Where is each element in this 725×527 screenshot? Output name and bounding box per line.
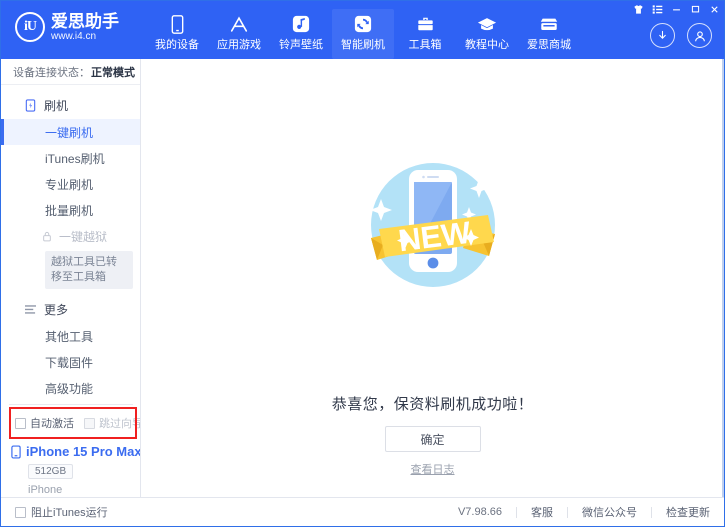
phone-icon bbox=[167, 14, 187, 34]
app-logo: iU 爱思助手 www.i4.cn bbox=[15, 12, 119, 42]
tab-label: 工具箱 bbox=[408, 39, 442, 51]
tab-label: 爱思商城 bbox=[527, 39, 571, 51]
connection-status: 设备连接状态： 正常模式 bbox=[1, 59, 140, 85]
new-phone-ribbon-illustration: NEW bbox=[343, 137, 523, 315]
success-message: 恭喜您，保资料刷机成功啦！ bbox=[331, 396, 534, 413]
menu-icon[interactable] bbox=[648, 1, 667, 17]
separator bbox=[651, 506, 652, 518]
status-bar-right: V7.98.66 客服 微信公众号 检查更新 bbox=[458, 504, 710, 520]
sidebar-item-label: 下载固件 bbox=[45, 355, 94, 370]
block-itunes-checkbox[interactable]: 阻止iTunes运行 bbox=[15, 504, 108, 520]
jailbreak-moved-tooltip: 越狱工具已转移至工具箱 bbox=[45, 251, 133, 289]
sidebar-group-label: 更多 bbox=[44, 302, 69, 317]
sidebar-group-flash: 刷机 bbox=[1, 91, 140, 119]
minimize-icon[interactable] bbox=[667, 1, 686, 17]
skip-wizard-checkbox: 跳过向导 bbox=[84, 415, 141, 431]
sidebar-item-itunes-flash[interactable]: iTunes刷机 bbox=[1, 145, 140, 171]
device-icon bbox=[11, 444, 21, 459]
skip-wizard-label: 跳过向导 bbox=[99, 418, 141, 430]
sidebar-item-label: 高级功能 bbox=[45, 381, 94, 396]
tab-label: 应用游戏 bbox=[217, 39, 261, 51]
music-icon bbox=[291, 14, 311, 34]
block-itunes-label: 阻止iTunes运行 bbox=[31, 507, 108, 519]
device-type-label: iPhone bbox=[28, 484, 63, 496]
toolbox-icon bbox=[415, 14, 435, 34]
graduation-cap-icon bbox=[477, 14, 497, 34]
sidebar-item-label: 一键越狱 bbox=[59, 229, 108, 244]
tab-store[interactable]: 爱思商城 bbox=[518, 9, 580, 59]
sidebar-item-other-tools[interactable]: 其他工具 bbox=[1, 323, 140, 349]
lock-icon bbox=[41, 230, 53, 242]
sidebar-item-pro-flash[interactable]: 专业刷机 bbox=[1, 171, 140, 197]
separator bbox=[516, 506, 517, 518]
logo-mark-icon: iU bbox=[15, 12, 45, 42]
sidebar-options: 自动激活 跳过向导 bbox=[11, 410, 140, 436]
auto-activate-checkbox[interactable]: 自动激活 bbox=[15, 415, 74, 431]
main-navigation: 我的设备 应用游戏 铃声壁纸 智能刷机 工具箱 教程中心 爱思商城 bbox=[146, 9, 580, 59]
connection-status-label: 设备连接状态： bbox=[13, 66, 90, 79]
checkbox-box bbox=[84, 417, 95, 429]
connection-status-value: 正常模式 bbox=[91, 66, 135, 79]
tab-smart-flash[interactable]: 智能刷机 bbox=[332, 9, 394, 59]
skin-icon[interactable] bbox=[629, 1, 648, 17]
checkbox-box bbox=[15, 417, 26, 429]
user-account-icon[interactable] bbox=[687, 23, 712, 48]
sidebar-item-label: 专业刷机 bbox=[45, 177, 94, 192]
tab-apps-games[interactable]: 应用游戏 bbox=[208, 9, 270, 59]
phone-flash-icon bbox=[23, 98, 37, 112]
logo-name: 爱思助手 bbox=[51, 12, 119, 31]
sidebar-item-download-firmware[interactable]: 下载固件 bbox=[1, 349, 140, 375]
window-titlebar bbox=[629, 1, 724, 17]
shop-icon bbox=[539, 14, 559, 34]
tab-toolbox[interactable]: 工具箱 bbox=[394, 9, 456, 59]
device-capacity-badge: 512GB bbox=[28, 464, 74, 479]
device-name-label: iPhone 15 Pro Max bbox=[26, 444, 141, 459]
tab-my-device[interactable]: 我的设备 bbox=[146, 9, 208, 59]
sidebar-item-batch-flash[interactable]: 批量刷机 bbox=[1, 197, 140, 223]
list-icon bbox=[23, 302, 37, 316]
sidebar-item-label: iTunes刷机 bbox=[45, 151, 105, 166]
tab-label: 智能刷机 bbox=[341, 39, 385, 51]
confirm-button[interactable]: 确定 bbox=[384, 426, 481, 452]
checkbox-box bbox=[15, 506, 26, 518]
sidebar-group-label: 刷机 bbox=[44, 98, 69, 113]
auto-activate-label: 自动激活 bbox=[30, 418, 74, 430]
header-actions bbox=[650, 23, 712, 48]
sidebar-item-one-key-flash[interactable]: 一键刷机 bbox=[1, 119, 140, 145]
main-content: NEW 恭喜您，保资料刷机成功啦！ 确定 查看日志 bbox=[141, 59, 724, 497]
download-icon[interactable] bbox=[650, 23, 675, 48]
refresh-icon bbox=[353, 14, 373, 34]
tab-tutorial-center[interactable]: 教程中心 bbox=[456, 9, 518, 59]
tab-ringtones-wallpapers[interactable]: 铃声壁纸 bbox=[270, 9, 332, 59]
sidebar-item-label: 一键刷机 bbox=[45, 125, 94, 140]
right-edge-scrollbar[interactable] bbox=[722, 59, 724, 497]
sidebar-item-label: 其他工具 bbox=[45, 329, 94, 344]
tab-label: 教程中心 bbox=[465, 39, 509, 51]
status-bar: 阻止iTunes运行 V7.98.66 客服 微信公众号 检查更新 bbox=[1, 497, 724, 526]
close-icon[interactable] bbox=[705, 1, 724, 17]
application-window: iU 爱思助手 www.i4.cn 我的设备 应用游戏 铃声壁纸 智能刷机 工具… bbox=[0, 0, 725, 527]
sidebar-item-label: 批量刷机 bbox=[45, 203, 94, 218]
logo-url: www.i4.cn bbox=[51, 31, 97, 42]
view-log-link[interactable]: 查看日志 bbox=[141, 461, 724, 477]
version-label: V7.98.66 bbox=[457, 506, 502, 518]
sidebar-item-one-key-jailbreak: 一键越狱 bbox=[1, 223, 140, 249]
tab-label: 铃声壁纸 bbox=[279, 39, 323, 51]
customer-service-link[interactable]: 客服 bbox=[531, 504, 553, 520]
sidebar-divider bbox=[9, 404, 133, 405]
sidebar: 设备连接状态： 正常模式 刷机 一键刷机 iTunes刷机 专业刷机 批量刷机 一… bbox=[1, 59, 141, 497]
wechat-official-link[interactable]: 微信公众号 bbox=[582, 504, 637, 520]
sidebar-item-advanced[interactable]: 高级功能 bbox=[1, 375, 140, 401]
connected-device[interactable]: iPhone 15 Pro Max 512GB iPhone bbox=[11, 444, 141, 496]
sidebar-group-more: 更多 bbox=[1, 295, 140, 323]
maximize-icon[interactable] bbox=[686, 1, 705, 17]
separator bbox=[567, 506, 568, 518]
check-update-link[interactable]: 检查更新 bbox=[666, 504, 710, 520]
tab-label: 我的设备 bbox=[155, 39, 199, 51]
app-header: iU 爱思助手 www.i4.cn 我的设备 应用游戏 铃声壁纸 智能刷机 工具… bbox=[1, 1, 724, 59]
appstore-icon bbox=[229, 14, 249, 34]
